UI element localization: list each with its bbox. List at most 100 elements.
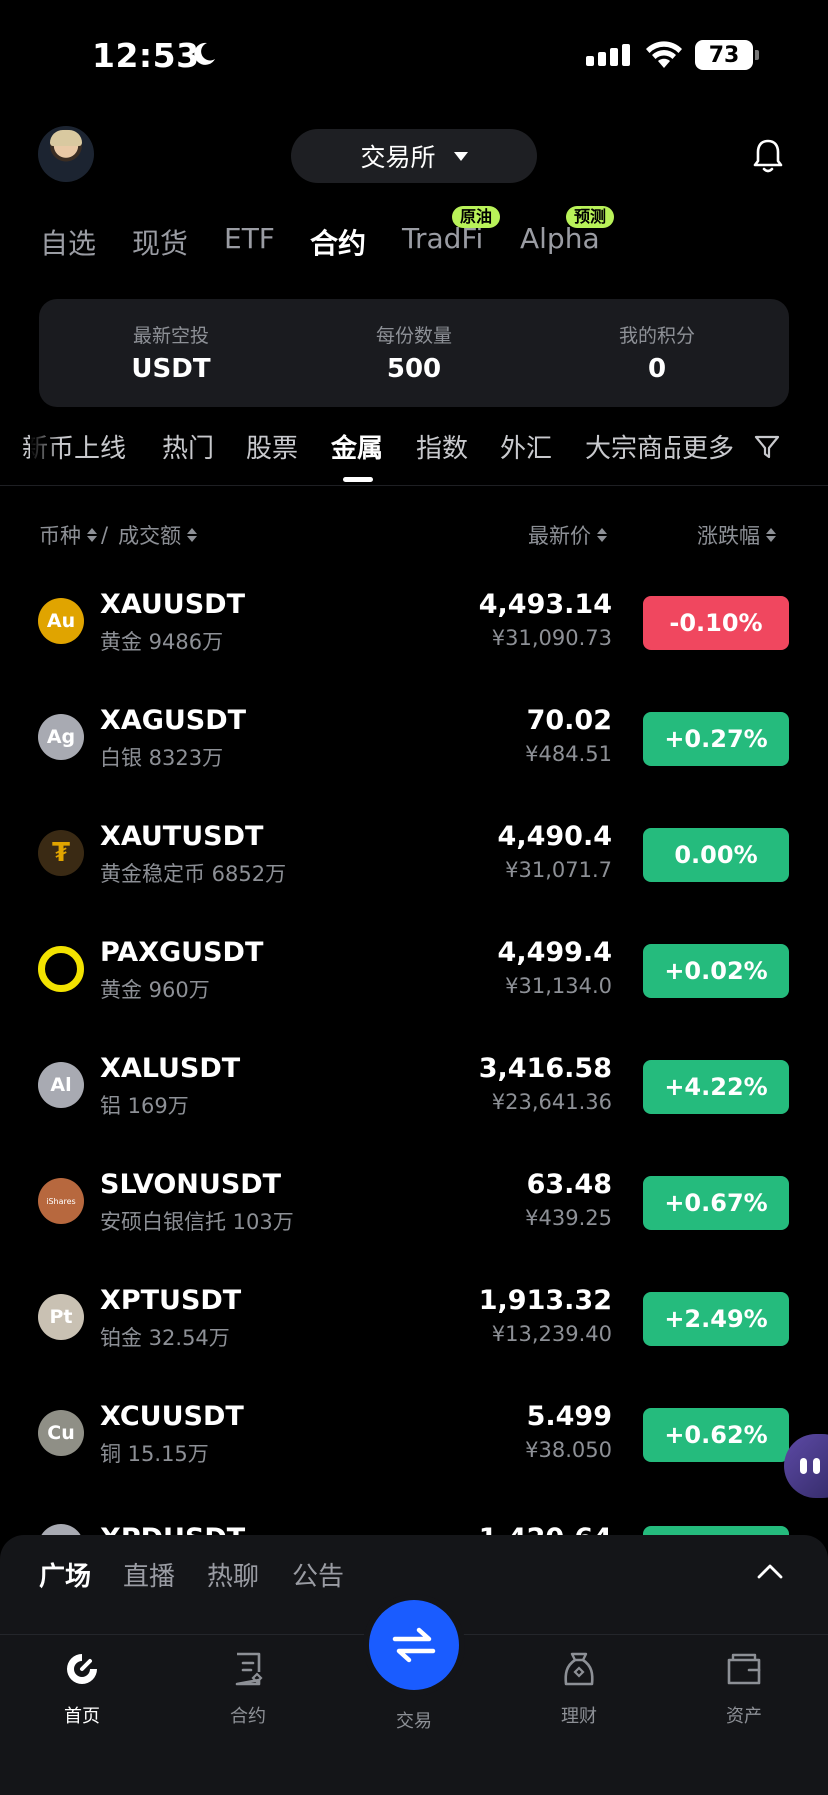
tab-stocks[interactable]: 股票	[246, 428, 298, 465]
last-price: 4,490.4	[497, 821, 612, 852]
column-separator: /	[101, 523, 109, 547]
nav-trade-label: 交易	[396, 1711, 432, 1732]
sort-coin-volume[interactable]: 币种 / 成交额	[39, 520, 198, 550]
coin-icon: iShares	[38, 1178, 84, 1224]
market-row[interactable]: Ag XAGUSDT 白银 8323万 70.02 ¥484.51 +0.27%	[0, 684, 828, 800]
airdrop-quantity-label: 每份数量	[375, 325, 452, 347]
change-badge[interactable]: +2.49%	[643, 1292, 789, 1346]
last-price: 1,913.32	[478, 1285, 612, 1316]
coin-name-volume: 黄金 960万	[100, 978, 210, 1002]
tab-futures[interactable]: 合约	[310, 222, 366, 262]
coin-icon	[38, 946, 84, 992]
change-badge[interactable]: -0.10%	[643, 596, 789, 650]
tab-live[interactable]: 直播	[123, 1556, 175, 1593]
change-badge[interactable]: +0.27%	[643, 712, 789, 766]
price-cny: ¥31,090.73	[491, 626, 612, 650]
user-avatar[interactable]	[38, 126, 94, 182]
bell-icon[interactable]	[752, 138, 784, 174]
wallet-icon	[727, 1653, 761, 1685]
coin-name-volume: 铜 15.15万	[100, 1442, 209, 1466]
market-row[interactable]: iShares SLVONUSDT 安硕白银信托 103万 63.48 ¥439.25 +…	[0, 1148, 828, 1264]
cellular-signal-icon	[586, 44, 630, 66]
exchange-selector[interactable]: 交易所	[291, 129, 537, 183]
airdrop-latest-value: USDT	[131, 354, 211, 384]
volume-column-label: 成交额	[118, 524, 182, 548]
change-badge[interactable]: +0.67%	[643, 1176, 789, 1230]
price-cny: ¥38.050	[525, 1438, 612, 1462]
sort-last-price[interactable]: 最新价	[528, 520, 607, 550]
category-tabs: 新币上线 热门 股票 金属 指数 外汇 大宗商品 更多	[0, 428, 828, 484]
market-row[interactable]: PAXGUSDT 黄金 960万 4,499.4 ¥31,134.0 +0.02%	[0, 916, 828, 1032]
coin-icon: Pt	[38, 1294, 84, 1340]
coin-symbol: PAXGUSDT	[100, 937, 264, 968]
last-price-column-label: 最新价	[528, 524, 591, 548]
tab-metals[interactable]: 金属	[331, 428, 383, 465]
chevron-up-icon[interactable]	[756, 1562, 784, 1580]
tab-forex[interactable]: 外汇	[500, 428, 552, 465]
tab-hot[interactable]: 热门	[162, 428, 214, 465]
change-badge[interactable]: +4.22%	[643, 1060, 789, 1114]
active-tab-indicator	[343, 477, 373, 482]
tab-indices[interactable]: 指数	[416, 428, 468, 465]
caret-down-icon	[453, 151, 468, 161]
trade-button[interactable]	[369, 1600, 459, 1690]
price-cny: ¥31,071.7	[505, 858, 612, 882]
change-badge[interactable]: +0.02%	[643, 944, 789, 998]
coin-name-volume: 铝 169万	[100, 1094, 189, 1118]
coin-symbol: XAGUSDT	[100, 705, 247, 736]
tab-spot[interactable]: 现货	[132, 222, 188, 262]
tab-alpha[interactable]: Alpha 预测	[520, 206, 615, 255]
price-cny: ¥31,134.0	[505, 974, 612, 998]
market-row[interactable]: ₮ XAUTUSDT 黄金稳定币 6852万 4,490.4 ¥31,071.7 0.00…	[0, 800, 828, 916]
coin-name-volume: 白银 8323万	[100, 746, 224, 770]
market-row[interactable]: Au XAUUSDT 黄金 9486万 4,493.14 ¥31,090.73 -0.10…	[0, 568, 828, 684]
header-divider	[0, 485, 828, 486]
last-price: 70.02	[526, 705, 612, 736]
status-time: 12:53	[92, 36, 200, 75]
coin-name-volume: 黄金 9486万	[100, 630, 224, 654]
coin-icon: ₮	[38, 830, 84, 876]
airdrop-points: 我的积分 0	[557, 321, 757, 384]
coin-symbol: XCUUSDT	[100, 1401, 244, 1432]
market-row[interactable]: Pt XPTUSDT 铂金 32.54万 1,913.32 ¥13,239.40 +2.4…	[0, 1264, 828, 1380]
tab-watchlist[interactable]: 自选	[40, 222, 96, 262]
nav-assets[interactable]: 资产	[694, 1650, 794, 1728]
last-price: 5.499	[526, 1401, 612, 1432]
market-row[interactable]: Cu XCUUSDT 铜 15.15万 5.499 ¥38.050 +0.62%	[0, 1380, 828, 1496]
last-price: 63.48	[526, 1169, 612, 1200]
nav-earn[interactable]: 理财	[529, 1650, 629, 1728]
nav-home[interactable]: 首页	[32, 1650, 132, 1728]
tab-tradfi[interactable]: TradFi 原油	[402, 206, 501, 255]
tab-square[interactable]: 广场	[39, 1556, 91, 1593]
tab-more[interactable]: 更多	[680, 428, 735, 465]
coin-name-volume: 黄金稳定币 6852万	[100, 862, 287, 886]
airdrop-points-label: 我的积分	[618, 325, 695, 347]
market-row[interactable]: Al XALUSDT 铝 169万 3,416.58 ¥23,641.36 +4.22%	[0, 1032, 828, 1148]
sort-icon	[87, 528, 97, 542]
tab-announcements[interactable]: 公告	[292, 1556, 344, 1593]
last-price: 4,499.4	[497, 937, 612, 968]
tab-etf[interactable]: ETF	[224, 222, 275, 255]
sort-change[interactable]: 涨跌幅	[697, 520, 776, 550]
sort-icon	[597, 528, 607, 542]
filter-icon[interactable]	[754, 434, 780, 460]
airdrop-card[interactable]: 最新空投 USDT 每份数量 500 我的积分 0	[39, 299, 789, 407]
nav-assets-label: 资产	[726, 1706, 762, 1727]
tab-commodities[interactable]: 大宗商品	[585, 428, 689, 465]
change-column-label: 涨跌幅	[697, 524, 760, 548]
airdrop-points-value: 0	[647, 354, 667, 384]
last-price: 4,493.14	[478, 589, 612, 620]
change-badge[interactable]: 0.00%	[643, 828, 789, 882]
change-badge[interactable]: +0.62%	[643, 1408, 789, 1462]
moon-icon	[194, 42, 215, 65]
tab-hot-chat[interactable]: 热聊	[207, 1556, 259, 1593]
nav-futures[interactable]: 合约	[198, 1650, 298, 1728]
contract-icon	[235, 1652, 263, 1686]
home-icon	[67, 1654, 97, 1684]
tab-badge-crude-oil: 原油	[452, 206, 501, 228]
coin-symbol: SLVONUSDT	[100, 1169, 282, 1200]
tab-badge-prediction: 预测	[566, 206, 615, 228]
coin-column-label: 币种	[39, 524, 81, 548]
sort-icon	[766, 528, 776, 542]
coin-symbol: XALUSDT	[100, 1053, 241, 1084]
